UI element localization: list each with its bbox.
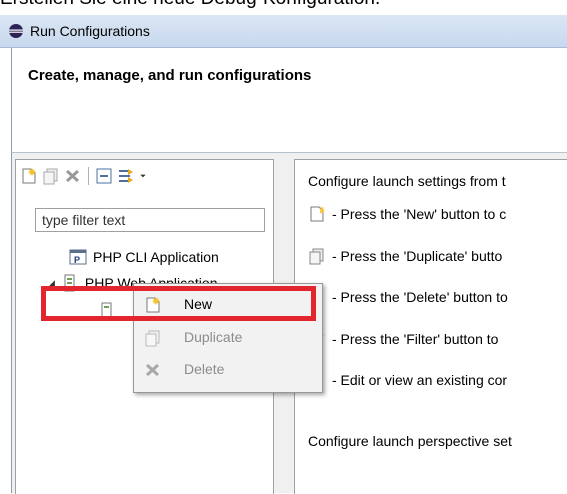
filter-input[interactable] (35, 208, 265, 232)
highlight-box (41, 286, 316, 321)
new-configuration-icon[interactable] (20, 167, 38, 185)
page-caption: Erstellen Sie eine neue Debug-Konfigurat… (0, 0, 380, 10)
tree-item-php-cli[interactable]: P PHP CLI Application (69, 248, 219, 266)
php-cli-icon: P (69, 249, 87, 265)
delete-configuration-icon[interactable] (64, 167, 82, 185)
duplicate-icon (145, 330, 160, 347)
info-line-filter: - Press the 'Filter' button to (308, 330, 498, 348)
info-line-text: - Press the 'Delete' button to (332, 289, 508, 305)
tree-toolbar (20, 164, 151, 188)
intro-text: Configure launch settings from t (308, 173, 506, 189)
window-title: Run Configurations (30, 23, 150, 39)
info-line-text: - Press the 'Duplicate' butto (332, 248, 503, 264)
context-menu-duplicate[interactable]: Duplicate (134, 322, 320, 354)
info-line-edit: - Edit or view an existing cor (332, 372, 508, 388)
delete-icon (145, 363, 160, 377)
eclipse-icon (9, 24, 23, 38)
menu-item-label: Delete (184, 361, 225, 377)
view-menu-chevron-down-icon[interactable] (139, 167, 151, 185)
new-icon (310, 206, 325, 222)
banner-heading: Create, manage, and run configurations (28, 67, 312, 84)
info-line-duplicate: - Press the 'Duplicate' butto (308, 247, 502, 265)
toolbar-separator (88, 167, 89, 185)
info-line-delete: - Press the 'Delete' button to (308, 288, 508, 306)
info-line-new: - Press the 'New' button to c (308, 205, 506, 223)
filter-icon[interactable] (117, 167, 135, 185)
context-menu-delete[interactable]: Delete (134, 354, 320, 386)
dialog-banner: Create, manage, and run configurations (11, 48, 567, 153)
duplicate-configuration-icon[interactable] (42, 167, 60, 185)
footer-text: Configure launch perspective set (308, 433, 512, 449)
duplicate-icon (309, 248, 324, 265)
info-line-text: - Press the 'Filter' button to (332, 331, 499, 347)
tree-item-label: PHP CLI Application (93, 249, 219, 265)
svg-text:P: P (74, 255, 80, 265)
menu-item-label: Duplicate (184, 329, 243, 345)
collapse-all-icon[interactable] (95, 167, 113, 185)
title-bar: Run Configurations (0, 15, 567, 48)
info-line-text: - Press the 'New' button to c (332, 206, 507, 222)
